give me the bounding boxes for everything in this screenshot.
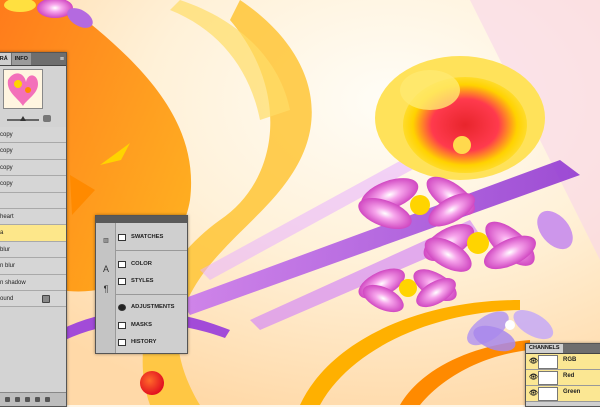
- color-label: COLOR: [131, 261, 152, 267]
- channel-name: RGB: [563, 357, 577, 363]
- zoom-row: [0, 115, 66, 125]
- color-entry[interactable]: COLOR: [118, 258, 152, 270]
- layer-row[interactable]: copy: [0, 127, 66, 144]
- yellow-flower: [375, 56, 545, 180]
- new-group-icon[interactable]: [25, 397, 30, 402]
- layer-name: heart: [0, 213, 14, 220]
- layer-row[interactable]: copy: [0, 143, 66, 160]
- channel-name: Red: [563, 373, 575, 379]
- tab-channels[interactable]: CHANNELS: [526, 344, 563, 353]
- zoom-in-icon[interactable]: [43, 115, 51, 122]
- layers-panel: IGRÁ INFO ≡ copy copy copy copy heart a blur n …: [0, 52, 67, 407]
- channel-row-red[interactable]: 👁 Red: [526, 370, 600, 386]
- layers-panel-tabbar: IGRÁ INFO ≡: [0, 53, 66, 66]
- masks-icon: [118, 321, 126, 329]
- layer-row[interactable]: n blur: [0, 258, 66, 275]
- paragraph-icon[interactable]: ¶: [100, 283, 112, 295]
- layer-row[interactable]: ound: [0, 290, 66, 308]
- layer-name: copy: [0, 132, 13, 138]
- eye-icon[interactable]: 👁: [529, 373, 538, 382]
- new-layer-icon[interactable]: [35, 397, 40, 402]
- layer-name: blur: [0, 246, 11, 253]
- panel-dock: ▥ A ¶ SWATCHES COLOR STYLES ADJUSTMENTS …: [95, 215, 188, 354]
- history-label: HISTORY: [131, 339, 157, 345]
- layer-row[interactable]: copy: [0, 176, 66, 193]
- swatches-label: SWATCHES: [131, 234, 164, 240]
- panel-dock-titlebar[interactable]: [96, 216, 187, 223]
- eye-icon[interactable]: 👁: [529, 357, 538, 366]
- lock-icon: [42, 294, 50, 303]
- layer-row[interactable]: blur: [0, 241, 66, 259]
- tab-navigator[interactable]: IGRÁ: [0, 53, 11, 65]
- add-mask-icon[interactable]: [15, 397, 20, 402]
- zoom-slider-thumb[interactable]: [20, 116, 26, 121]
- adjustments-icon: [118, 303, 126, 311]
- channel-row-green[interactable]: 👁 Green: [526, 386, 600, 402]
- color-icon: [118, 260, 126, 268]
- layer-name: ound: [0, 295, 14, 302]
- history-entry[interactable]: HISTORY: [118, 336, 156, 348]
- layer-row[interactable]: [0, 192, 66, 209]
- layer-name: n shadow: [0, 279, 26, 286]
- masks-label: MASKS: [131, 322, 152, 328]
- panel-menu-icon[interactable]: ≡: [60, 56, 64, 63]
- channels-panel: CHANNELS 👁 RGB 👁 Red 👁 Green: [525, 343, 600, 407]
- fx-icon[interactable]: [5, 397, 10, 402]
- channel-thumbnail: [538, 371, 558, 385]
- history-icon: [118, 338, 126, 346]
- swatches-icon: [118, 233, 126, 241]
- layer-name: copy: [0, 148, 13, 155]
- panel-dock-icon-column: ▥ A ¶: [96, 223, 116, 353]
- divider: [116, 250, 187, 251]
- character-icon[interactable]: A: [100, 263, 112, 275]
- layer-row[interactable]: heart: [0, 208, 66, 226]
- channel-thumbnail: [538, 387, 558, 401]
- layer-name: a: [0, 230, 4, 237]
- eye-icon[interactable]: 👁: [529, 389, 538, 398]
- layer-row[interactable]: copy: [0, 159, 66, 177]
- artwork-canvas[interactable]: [0, 0, 600, 405]
- layer-name: copy: [0, 181, 13, 188]
- channel-row-rgb[interactable]: 👁 RGB: [526, 354, 600, 370]
- layer-row[interactable]: n shadow: [0, 274, 66, 291]
- channel-thumbnail: [538, 355, 558, 369]
- channels-tabbar: CHANNELS: [526, 344, 600, 354]
- swatches-entry[interactable]: SWATCHES: [118, 231, 163, 243]
- masks-entry[interactable]: MASKS: [118, 319, 152, 331]
- histogram-icon[interactable]: ▥: [100, 235, 112, 247]
- adjustments-label: ADJUSTMENTS: [131, 304, 175, 310]
- styles-icon: [118, 277, 126, 285]
- layer-row[interactable]: a: [0, 225, 66, 242]
- adjustments-entry[interactable]: ADJUSTMENTS: [118, 301, 174, 313]
- styles-label: STYLES: [131, 278, 154, 284]
- channel-name: Green: [563, 389, 581, 395]
- divider: [116, 294, 187, 295]
- layers-footer: [0, 392, 66, 406]
- layer-name: copy: [0, 164, 13, 171]
- delete-layer-icon[interactable]: [45, 397, 50, 402]
- navigator-preview[interactable]: [3, 69, 43, 109]
- tab-info[interactable]: INFO: [11, 53, 31, 65]
- layer-name: n blur: [0, 263, 16, 270]
- layer-list: copy copy copy copy heart a blur n blur n shadow…: [0, 127, 66, 308]
- styles-entry[interactable]: STYLES: [118, 275, 154, 287]
